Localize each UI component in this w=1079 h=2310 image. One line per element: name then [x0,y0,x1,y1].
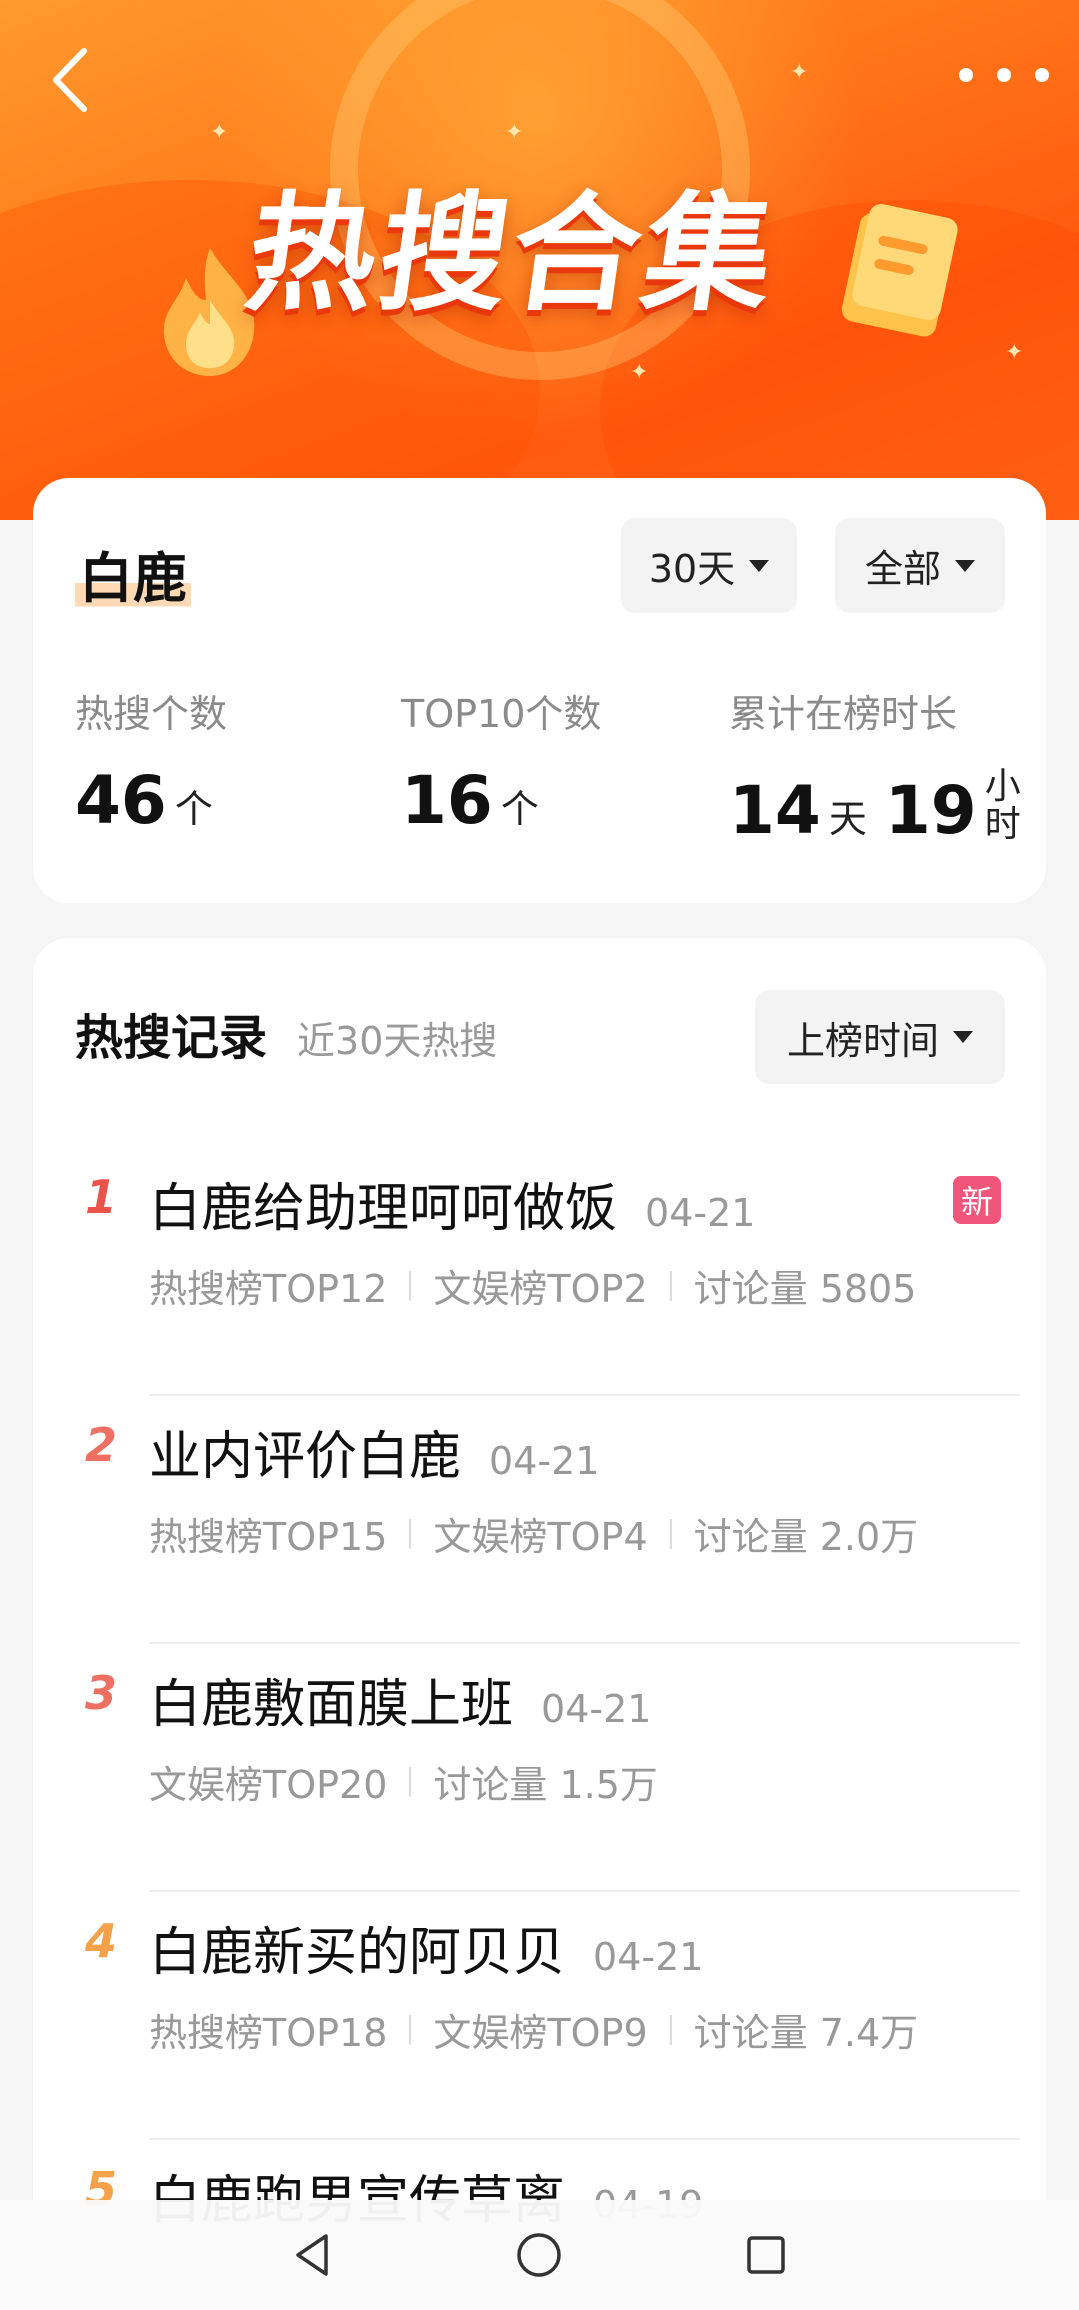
square-recent-icon [747,2236,785,2274]
topic-meta: 文娱榜TOP20 讨论量 1.5万 [149,1754,658,1809]
stat-hot-count: 热搜个数 46 个 [75,683,227,834]
records-header: 热搜记录 近30天热搜 [75,998,497,1068]
meta-tag: 文娱榜TOP2 [433,1267,648,1311]
topic-meta: 热搜榜TOP18 文娱榜TOP9 讨论量 7.4万 [149,2002,918,2057]
more-dots-icon [959,68,973,82]
meta-separator [669,2014,672,2045]
list-item[interactable]: 1 白鹿给助理呵呵做饭 04-21 新热搜榜TOP12 文娱榜TOP2 讨论量 5805 [33,1148,1046,1396]
stat-label: TOP10个数 [401,692,602,736]
rank-number: 2 [85,1418,118,1472]
more-dots-icon [997,68,1011,82]
meta-tag: 文娱榜TOP9 [433,2011,648,2055]
meta-tag: 讨论量 7.4万 [693,2011,919,2055]
meta-tag: 讨论量 1.5万 [433,1763,658,1807]
caret-down-icon [953,1031,973,1043]
document-icon [841,204,958,337]
topic-date: 04-21 [593,1935,704,1979]
meta-tag: 文娱榜TOP20 [149,1763,388,1807]
records-list: 1 白鹿给助理呵呵做饭 04-21 新热搜榜TOP12 文娱榜TOP2 讨论量 5805 2… [33,1148,1046,2310]
topic-date: 04-21 [489,1439,600,1483]
nav-home-button[interactable] [494,2210,584,2300]
stat-unit: 个 [174,787,213,831]
page-title: 热搜合集 [237,180,787,329]
summary-card: 白鹿 30天 全部 热搜个数 46 个 TOP10个数 16 个 累计在榜时长 … [33,478,1046,903]
topic-meta: 热搜榜TOP12 文娱榜TOP2 讨论量 5805 [149,1258,916,1313]
topic-date: 04-21 [541,1687,652,1731]
sort-dropdown[interactable]: 上榜时间 [755,990,1005,1084]
list-item[interactable]: 3 白鹿敷面膜上班 04-21 文娱榜TOP20 讨论量 1.5万 [33,1644,1046,1892]
stat-unit: 个 [500,787,539,831]
stat-label: 累计在榜时长 [729,692,958,736]
stat-top10-count: TOP10个数 16 个 [401,683,601,834]
celebrity-name: 白鹿 [75,534,191,613]
meta-separator [409,1766,412,1797]
stat-hours-unit: 小时 [984,766,1021,845]
more-button[interactable] [959,50,1049,100]
topic-title[interactable]: 白鹿新买的阿贝贝 [149,1910,565,1985]
caret-down-icon [749,559,770,572]
list-item[interactable]: 2 业内评价白鹿 04-21 热搜榜TOP15 文娱榜TOP4 讨论量 2.0万 [33,1396,1046,1644]
records-title: 热搜记录 [75,1010,268,1066]
topic-title[interactable]: 白鹿敷面膜上班 [149,1662,513,1737]
meta-tag: 热搜榜TOP12 [149,1267,388,1311]
stat-value: 16 [401,762,493,839]
list-item[interactable]: 4 白鹿新买的阿贝贝 04-21 热搜榜TOP18 文娱榜TOP9 讨论量 7.4万 [33,1892,1046,2140]
more-dots-icon [1035,68,1049,82]
sparkle-icon: ✦ [630,360,649,385]
meta-tag: 热搜榜TOP15 [149,1515,388,1559]
rank-number: 4 [85,1914,118,1968]
back-button[interactable] [40,40,100,120]
nav-recent-button[interactable] [721,2210,811,2300]
days-filter-dropdown[interactable]: 30天 [621,518,797,613]
stat-value: 46 [75,762,167,839]
header-banner: ✦ ✦ ✦ ✦ ✦ 热搜合集 [0,0,1079,520]
nav-back-button[interactable] [268,2210,358,2300]
stat-days-unit: 天 [828,797,867,841]
rank-number: 1 [85,1170,118,1224]
scope-filter-label: 全部 [864,547,941,591]
meta-tag: 讨论量 2.0万 [693,1515,919,1559]
topic-meta: 热搜榜TOP15 文娱榜TOP4 讨论量 2.0万 [149,1506,918,1561]
meta-separator [409,1518,412,1549]
meta-tag: 文娱榜TOP4 [433,1515,648,1559]
new-badge: 新 [953,1176,1001,1224]
topic-title[interactable]: 业内评价白鹿 [149,1414,461,1489]
meta-tag: 讨论量 5805 [693,1267,917,1311]
meta-separator [409,2014,412,2045]
stat-hours-value: 19 [884,772,977,849]
circle-home-icon [517,2233,562,2277]
topic-date: 04-21 [645,1191,756,1235]
topic-title[interactable]: 白鹿给助理呵呵做饭 [149,1166,617,1241]
triangle-back-icon [296,2234,328,2276]
scope-filter-dropdown[interactable]: 全部 [835,518,1005,613]
meta-separator [669,1270,672,1301]
sparkle-icon: ✦ [210,120,229,145]
stat-total-duration: 累计在榜时长 14 天 19 小时 [729,683,1025,844]
system-navigation-bar [0,2200,1079,2310]
chevron-left-icon [53,48,87,112]
meta-separator [409,1270,412,1301]
sparkle-icon: ✦ [790,60,809,85]
days-filter-label: 30天 [648,547,736,591]
stat-label: 热搜个数 [75,692,228,736]
sort-label: 上榜时间 [786,1018,939,1063]
caret-down-icon [955,559,975,572]
meta-tag: 热搜榜TOP18 [149,2011,388,2055]
sparkle-icon: ✦ [505,120,524,145]
sparkle-icon: ✦ [1005,340,1024,365]
records-subtitle: 近30天热搜 [297,1019,498,1063]
meta-separator [669,1518,672,1549]
stat-days-value: 14 [729,772,821,849]
rank-number: 3 [85,1666,118,1720]
records-card: 热搜记录 近30天热搜 上榜时间 1 白鹿给助理呵呵做饭 04-21 新热搜榜TOP1… [33,938,1046,2310]
